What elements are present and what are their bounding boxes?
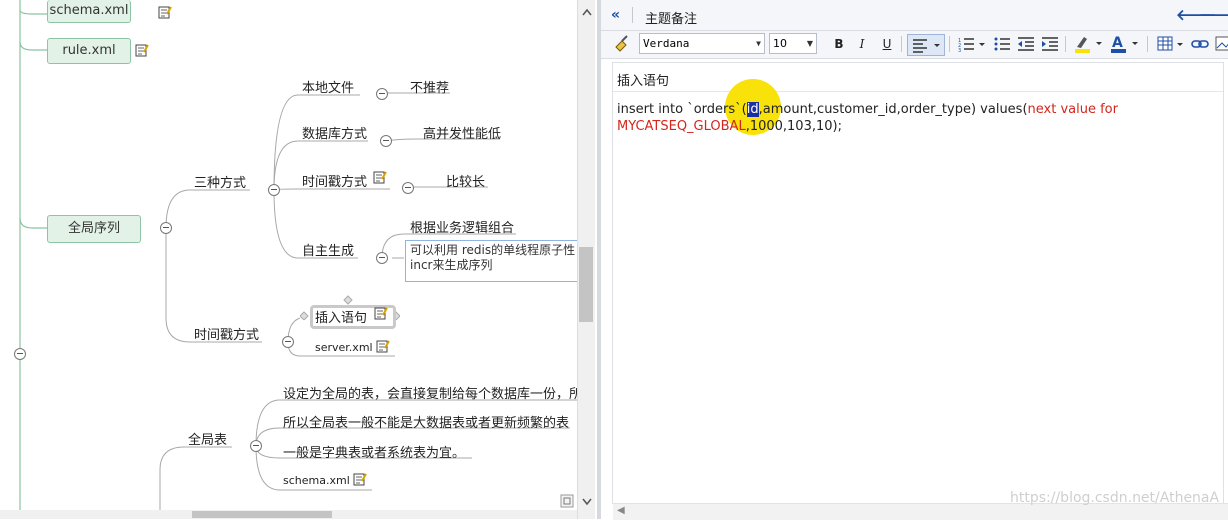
highlight-color-icon[interactable]	[1073, 34, 1105, 54]
notes-title: 主题备注	[645, 12, 698, 27]
bold-button[interactable]: B	[831, 34, 847, 54]
mind-map-canvas[interactable]: schema.xml rule.xml 全局序列 三种方式 本地文件 不推荐 数…	[0, 0, 595, 519]
format-painter-icon[interactable]	[613, 35, 631, 53]
leaf-schema-xml[interactable]: schema.xml	[283, 474, 350, 487]
leaf-high-concurrency[interactable]: 高并发性能低	[423, 123, 501, 142]
leaf-global-table-note-1[interactable]: 设定为全局的表，会直接复制给每个数据库一份，所	[283, 383, 582, 402]
leaf-global-table-note-2[interactable]: 所以全局表一般不能是大数据表或者更新频繁的表	[283, 412, 569, 431]
font-family-select[interactable]: Verdana ▼	[639, 33, 765, 54]
subtopic-timestamp-method[interactable]: 时间戳方式	[302, 171, 367, 190]
chevron-down-icon: ▼	[756, 39, 761, 48]
formatting-toolbar: Verdana ▼ 10 ▼ B I U 123 A	[601, 31, 1228, 59]
sql-keyword: next value for	[1027, 102, 1118, 117]
underline-button[interactable]: U	[879, 34, 895, 54]
svg-text:3: 3	[958, 48, 961, 53]
sql-statement[interactable]: insert into `orders`(id,amount,customer_…	[617, 101, 1207, 135]
outdent-icon[interactable]	[1017, 35, 1035, 53]
note-line: 可以利用 redis的单线程原子性	[410, 243, 576, 257]
map-horizontal-scroll-thumb[interactable]	[192, 511, 332, 518]
leaf-server-xml[interactable]: server.xml	[315, 341, 373, 354]
collapse-panel-icon[interactable]: «	[611, 7, 620, 23]
topic-global-sequence[interactable]: 全局序列	[47, 215, 141, 243]
note-icon[interactable]	[353, 472, 367, 486]
collapse-toggle[interactable]	[376, 88, 388, 100]
notes-header: « 主题备注 🡐 🡒	[601, 0, 1228, 31]
align-left-button[interactable]	[907, 34, 945, 56]
toolbar-divider	[901, 36, 902, 52]
note-heading: 插入语句	[617, 74, 670, 89]
subtopic-three-methods[interactable]: 三种方式	[194, 172, 246, 191]
note-icon[interactable]	[376, 339, 390, 353]
table-icon[interactable]	[1157, 35, 1189, 53]
leaf-not-recommended[interactable]: 不推荐	[410, 77, 449, 96]
collapse-toggle[interactable]	[14, 348, 26, 360]
selected-text: id	[746, 102, 759, 117]
sql-text: insert into `orders`(	[617, 102, 747, 117]
svg-text:A: A	[1112, 35, 1123, 51]
link-icon[interactable]	[1191, 35, 1209, 53]
subtopic-self-generated[interactable]: 自主生成	[302, 240, 354, 259]
note-icon[interactable]	[135, 43, 149, 57]
leaf-redis-note[interactable]: 可以利用 redis的单线程原子性 incr来生成序列	[405, 240, 590, 282]
note-icon[interactable]	[374, 306, 388, 320]
collapse-toggle[interactable]	[160, 222, 172, 234]
sql-text: ,1000,103,10);	[745, 119, 842, 134]
topic-label: 插入语句	[315, 311, 368, 326]
subtopic-database-method[interactable]: 数据库方式	[302, 123, 367, 142]
note-line: incr来生成序列	[410, 258, 493, 272]
italic-button[interactable]: I	[854, 34, 870, 54]
topic-label: rule.xml	[62, 43, 116, 58]
collapse-toggle[interactable]	[282, 336, 294, 348]
collapse-toggle[interactable]	[268, 184, 280, 196]
collapse-toggle[interactable]	[380, 135, 392, 147]
subtopic-global-table[interactable]: 全局表	[188, 429, 227, 448]
toolbar-divider	[1147, 36, 1148, 52]
header-divider	[632, 7, 633, 23]
toolbar-divider	[1065, 36, 1066, 52]
leaf-business-logic[interactable]: 根据业务逻辑组合	[410, 217, 514, 236]
subtopic-timestamp-method-2[interactable]: 时间戳方式	[194, 324, 259, 343]
scroll-left-icon[interactable]: ◀	[617, 505, 625, 516]
topic-label: 全局序列	[67, 221, 120, 236]
indent-icon[interactable]	[1041, 35, 1059, 53]
sql-text: ,amount,customer_id,order_type) values(	[758, 102, 1028, 117]
topic-schema-xml[interactable]: schema.xml	[47, 0, 131, 23]
topic-rule-xml[interactable]: rule.xml	[47, 38, 131, 64]
sql-keyword: MYCATSEQ_GLOBAL	[617, 119, 746, 134]
bullet-list-icon[interactable]	[993, 35, 1011, 53]
collapse-toggle[interactable]	[376, 252, 388, 264]
notes-panel: « 主题备注 🡐 🡒 Verdana ▼ 10 ▼ B I U 123 A 插入…	[597, 0, 1228, 520]
collapse-toggle[interactable]	[402, 182, 414, 194]
heading-divider	[613, 91, 1223, 92]
leaf-global-table-note-3[interactable]: 一般是字典表或者系统表为宜。	[283, 442, 465, 461]
note-editor[interactable]: 插入语句 insert into `orders`(id,amount,cust…	[612, 62, 1224, 504]
watermark: https://blog.csdn.net/AthenaA	[1010, 490, 1220, 506]
leaf-longer[interactable]: 比较长	[446, 171, 485, 190]
font-size-value: 10	[773, 37, 787, 50]
image-icon[interactable]	[1215, 35, 1228, 53]
subtopic-local-file[interactable]: 本地文件	[302, 77, 354, 96]
fit-map-icon[interactable]	[560, 494, 574, 508]
map-vertical-scroll-thumb[interactable]	[579, 247, 593, 322]
font-family-value: Verdana	[643, 37, 690, 50]
font-size-select[interactable]: 10 ▼	[769, 33, 817, 54]
numbered-list-icon[interactable]: 123	[957, 35, 989, 53]
arrow-right-icon[interactable]: 🡒	[1199, 5, 1228, 24]
toolbar-divider	[949, 36, 950, 52]
selected-topic-insert-statement[interactable]: 插入语句	[300, 295, 400, 329]
chevron-down-icon: ▼	[806, 39, 813, 48]
font-color-icon[interactable]: A	[1109, 34, 1141, 54]
note-icon[interactable]	[373, 170, 387, 184]
align-left-icon	[913, 39, 940, 53]
collapse-toggle[interactable]	[250, 440, 262, 452]
note-icon[interactable]	[158, 5, 172, 19]
topic-label: schema.xml	[49, 3, 129, 18]
